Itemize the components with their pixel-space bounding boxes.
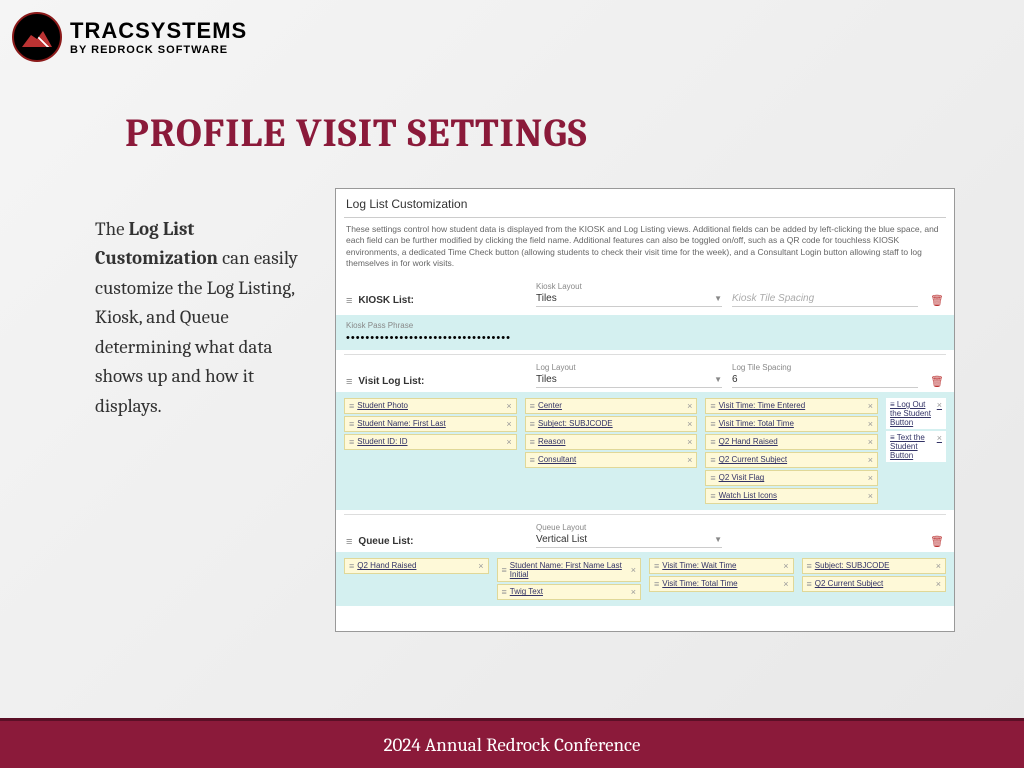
queue-layout-label: Queue Layout — [536, 523, 722, 532]
chip-column: ≡Q2 Hand Raised× — [344, 558, 489, 574]
log-layout-value: Tiles — [536, 374, 557, 385]
field-chip[interactable]: ≡Q2 Hand Raised× — [705, 434, 878, 450]
chip-column: ≡Visit Time: Time Entered× ≡Visit Time: T… — [705, 398, 878, 504]
trash-icon[interactable]: 🗑 — [928, 375, 944, 388]
drag-icon: ≡ — [346, 536, 352, 548]
kiosk-layout-value: Tiles — [536, 293, 557, 304]
field-chip[interactable]: ≡Student Photo× — [344, 398, 517, 414]
queue-layout-value: Vertical List — [536, 534, 587, 545]
drag-icon: ≡ — [346, 376, 352, 388]
settings-panel: Log List Customization These settings co… — [335, 188, 955, 632]
field-chip[interactable]: ≡Student ID: ID× — [344, 434, 517, 450]
chip-column: ≡Center× ≡Subject: SUBJCODE× ≡Reason× ≡Cons… — [525, 398, 698, 468]
field-chip[interactable]: ≡Twig Text× — [497, 584, 642, 600]
field-chip[interactable]: ≡Q2 Current Subject× — [802, 576, 947, 592]
divider — [344, 217, 946, 218]
chip-column: ≡Student Photo× ≡Student Name: First Last… — [344, 398, 517, 450]
queue-label-text: Queue List: — [358, 536, 413, 547]
logo-icon — [12, 12, 62, 62]
chip-column: ≡Student Name: First Name Last Initial× ≡… — [497, 558, 642, 600]
passphrase-value[interactable]: •••••••••••••••••••••••••••••••••• — [346, 332, 944, 344]
divider — [344, 514, 946, 515]
field-chip[interactable]: ≡Student Name: First Name Last Initial× — [497, 558, 642, 582]
chevron-down-icon: ▼ — [714, 375, 722, 384]
passphrase-band: Kiosk Pass Phrase ••••••••••••••••••••••… — [336, 315, 954, 350]
chip-column: ≡ Log Out the Student Button×≡ Text the … — [886, 398, 946, 462]
log-spacing-label: Log Tile Spacing — [732, 363, 918, 372]
trash-icon[interactable]: 🗑 — [928, 535, 944, 548]
trash-icon[interactable]: 🗑 — [928, 294, 944, 307]
divider — [344, 354, 946, 355]
logo-area: TRACSYSTEMS BY REDROCK SOFTWARE — [12, 12, 247, 62]
log-spacing-value: 6 — [732, 374, 918, 388]
kiosk-layout-label: Kiosk Layout — [536, 282, 722, 291]
field-chip[interactable]: ≡Reason× — [525, 434, 698, 450]
kiosk-label-text: KIOSK List: — [358, 295, 414, 306]
log-layout-field[interactable]: Log Layout Tiles ▼ — [536, 363, 722, 388]
field-chip[interactable]: ≡ Log Out the Student Button× — [886, 398, 946, 429]
field-chip[interactable]: ≡Q2 Hand Raised× — [344, 558, 489, 574]
body-post: can easily customize the Log Listing, Ki… — [95, 247, 298, 416]
page-title: PROFILE VISIT SETTINGS — [125, 110, 588, 156]
logo-sub-text: BY REDROCK SOFTWARE — [70, 44, 247, 56]
chevron-down-icon: ▼ — [714, 294, 722, 303]
visitlog-chips-area[interactable]: ≡Student Photo× ≡Student Name: First Last… — [336, 392, 954, 510]
kiosk-spacing-placeholder: Kiosk Tile Spacing — [732, 293, 918, 307]
visitlog-list-label[interactable]: ≡ Visit Log List: — [346, 376, 526, 388]
queue-chips-area[interactable]: ≡Q2 Hand Raised× ≡Student Name: First Na… — [336, 552, 954, 606]
field-chip[interactable]: ≡Center× — [525, 398, 698, 414]
passphrase-label: Kiosk Pass Phrase — [346, 321, 944, 330]
field-chip[interactable]: ≡Visit Time: Total Time× — [705, 416, 878, 432]
kiosk-list-label[interactable]: ≡ KIOSK List: — [346, 295, 526, 307]
field-chip[interactable]: ≡ Text the Student Button× — [886, 431, 946, 462]
body-paragraph: The Log List Customization can easily cu… — [95, 215, 315, 421]
footer-bar: 2024 Annual Redrock Conference — [0, 718, 1024, 768]
panel-description: These settings control how student data … — [336, 224, 954, 278]
logo-main-text: TRACSYSTEMS — [70, 18, 247, 44]
body-pre: The — [95, 218, 129, 240]
log-spacing-field[interactable]: Log Tile Spacing 6 — [732, 363, 918, 388]
log-layout-label: Log Layout — [536, 363, 722, 372]
kiosk-layout-field[interactable]: Kiosk Layout Tiles ▼ — [536, 282, 722, 307]
field-chip[interactable]: ≡Student Name: First Last× — [344, 416, 517, 432]
field-chip[interactable]: ≡Subject: SUBJCODE× — [525, 416, 698, 432]
chevron-down-icon: ▼ — [714, 535, 722, 544]
visitlog-section-row: ≡ Visit Log List: Log Layout Tiles ▼ Log … — [336, 359, 954, 392]
chip-column: ≡Subject: SUBJCODE× ≡Q2 Current Subject× — [802, 558, 947, 592]
panel-title: Log List Customization — [336, 189, 954, 217]
field-chip[interactable]: ≡Visit Time: Wait Time× — [649, 558, 794, 574]
footer-text: 2024 Annual Redrock Conference — [384, 734, 641, 756]
chip-column: ≡Visit Time: Wait Time× ≡Visit Time: Tota… — [649, 558, 794, 592]
queue-layout-field[interactable]: Queue Layout Vertical List ▼ — [536, 523, 722, 548]
field-chip[interactable]: ≡Q2 Visit Flag× — [705, 470, 878, 486]
field-chip[interactable]: ≡Visit Time: Total Time× — [649, 576, 794, 592]
field-chip[interactable]: ≡Watch List Icons× — [705, 488, 878, 504]
field-chip[interactable]: ≡Consultant× — [525, 452, 698, 468]
queue-list-label[interactable]: ≡ Queue List: — [346, 536, 526, 548]
visitlog-label-text: Visit Log List: — [358, 376, 424, 387]
field-chip[interactable]: ≡Subject: SUBJCODE× — [802, 558, 947, 574]
drag-icon: ≡ — [346, 295, 352, 307]
field-chip[interactable]: ≡Visit Time: Time Entered× — [705, 398, 878, 414]
field-chip[interactable]: ≡Q2 Current Subject× — [705, 452, 878, 468]
queue-section-row: ≡ Queue List: Queue Layout Vertical List… — [336, 519, 954, 552]
kiosk-section-row: ≡ KIOSK List: Kiosk Layout Tiles ▼ Kiosk … — [336, 278, 954, 311]
kiosk-spacing-field[interactable]: Kiosk Tile Spacing — [732, 293, 918, 307]
